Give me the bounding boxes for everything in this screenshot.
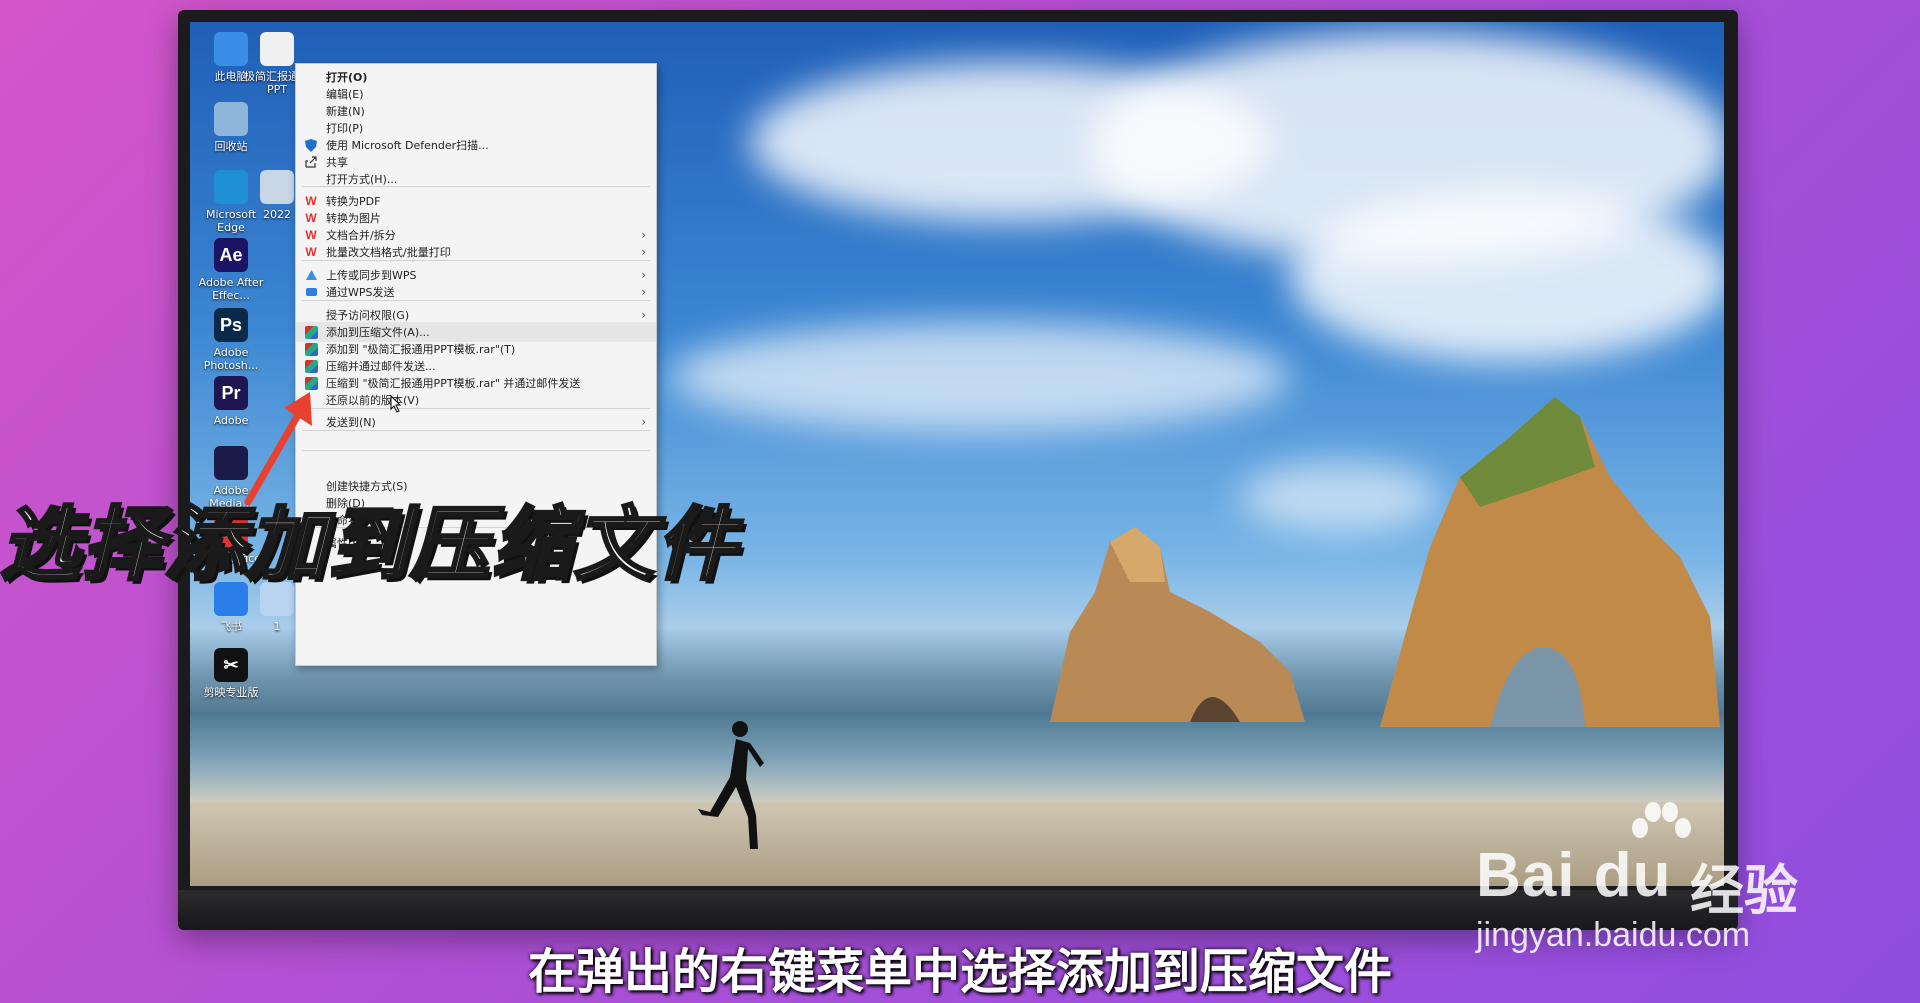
menu-separator	[302, 300, 650, 301]
menu-separator	[302, 260, 650, 261]
context-menu-item-label: 打开(O)	[326, 71, 368, 84]
defender-shield-icon	[304, 138, 318, 152]
menu-separator	[302, 430, 650, 431]
chevron-right-icon: ›	[641, 308, 646, 322]
menu-separator	[302, 186, 650, 187]
chevron-right-icon: ›	[641, 415, 646, 429]
context-menu-item-label: 转换为PDF	[326, 195, 381, 208]
baidu-jingyan-watermark: Bai du 经验 jingyan.baidu.com	[1476, 800, 1896, 960]
menu-separator	[302, 408, 650, 409]
wps-icon: W	[305, 194, 317, 208]
after-effects-icon: Ae	[214, 238, 248, 272]
context-menu-item-label: 编辑(E)	[326, 88, 364, 101]
chevron-right-icon: ›	[641, 285, 646, 299]
context-menu-item-label: 压缩到 "极简汇报通用PPT模板.rar" 并通过邮件发送	[326, 377, 581, 390]
wps-send-icon	[304, 285, 318, 299]
wallpaper-rock-large	[1380, 397, 1720, 727]
context-menu-item-label: 打印(P)	[326, 122, 364, 135]
watermark-suffix: 经验	[1690, 861, 1798, 921]
context-menu-item-label: 还原以前的版本(V)	[326, 394, 420, 407]
annotation-arrow	[244, 392, 312, 506]
capcut-icon: ✂	[214, 648, 248, 682]
mouse-cursor-icon	[390, 395, 402, 413]
desktop-icon[interactable]: ✂ 剪映专业版	[194, 648, 268, 699]
context-menu-item-label: 新建(N)	[326, 105, 365, 118]
context-menu-item-label: 使用 Microsoft Defender扫描...	[326, 139, 489, 152]
recycle-bin-icon	[214, 102, 248, 136]
desktop-icon-label: Adobe After Effec...	[198, 276, 264, 302]
wps-icon: W	[305, 228, 317, 242]
wallpaper-cloud	[670, 322, 1290, 432]
desktop-icon-label: 剪映专业版	[203, 686, 259, 699]
context-menu-item-label: 添加到压缩文件(A)...	[326, 326, 430, 339]
watermark-brand: Bai du	[1476, 841, 1672, 910]
winrar-icon	[304, 325, 318, 339]
context-menu-item[interactable]: 通过WPS发送 ›	[296, 282, 656, 302]
context-menu-item-label: 共享	[326, 156, 348, 169]
share-icon	[304, 155, 318, 169]
menu-separator	[302, 450, 650, 451]
context-menu-item-label: 批量改文档格式/批量打印	[326, 246, 451, 259]
wps-icon: W	[305, 211, 317, 225]
wallpaper-rock-small	[1050, 527, 1305, 722]
wps-cloud-icon	[304, 268, 318, 282]
context-menu-item-label: 通过WPS发送	[326, 286, 395, 299]
chevron-right-icon: ›	[641, 228, 646, 242]
context-menu-item[interactable]: 还原以前的版本(V)	[296, 390, 656, 410]
big-caption: 选择添加到压缩文件	[0, 498, 738, 591]
context-menu-item-label: 压缩并通过邮件发送...	[326, 360, 436, 373]
chevron-right-icon: ›	[641, 268, 646, 282]
context-menu-item-label: 转换为图片	[326, 212, 381, 225]
context-menu-item-label: 发送到(N)	[326, 416, 376, 429]
desktop-icon[interactable]: Ps Adobe Photosh...	[194, 308, 268, 372]
context-menu-item-label: 添加到 "极简汇报通用PPT模板.rar"(T)	[326, 343, 516, 356]
context-menu-item-label: 打开方式(H)...	[326, 173, 398, 186]
chevron-right-icon: ›	[641, 245, 646, 259]
desktop-icon-label: 回收站	[214, 140, 248, 153]
file-icon	[260, 170, 294, 204]
desktop-icon-label: Adobe Photosh...	[203, 346, 259, 372]
watermark-url: jingyan.baidu.com	[1476, 916, 1751, 954]
desktop-icon[interactable]: Ae Adobe After Effec...	[194, 238, 268, 302]
context-menu-item-label: 授予访问权限(G)	[326, 309, 410, 322]
wps-icon: W	[305, 245, 317, 259]
ppt-file-icon	[260, 32, 294, 66]
wallpaper-cloud	[1290, 192, 1724, 362]
winrar-icon	[304, 342, 318, 356]
context-menu-item-label: 文档合并/拆分	[326, 229, 396, 242]
photoshop-icon: Ps	[214, 308, 248, 342]
wallpaper-runner	[698, 721, 764, 849]
winrar-icon	[304, 359, 318, 373]
winrar-icon	[304, 376, 318, 390]
context-menu-item[interactable]: W 批量改文档格式/批量打印 ›	[296, 242, 656, 262]
desktop-icon[interactable]: 回收站	[194, 102, 268, 153]
context-menu-item-label: 创建快捷方式(S)	[326, 480, 408, 493]
context-menu-item[interactable]: 发送到(N) ›	[296, 412, 656, 432]
context-menu-item-label: 上传或同步到WPS	[326, 269, 417, 282]
